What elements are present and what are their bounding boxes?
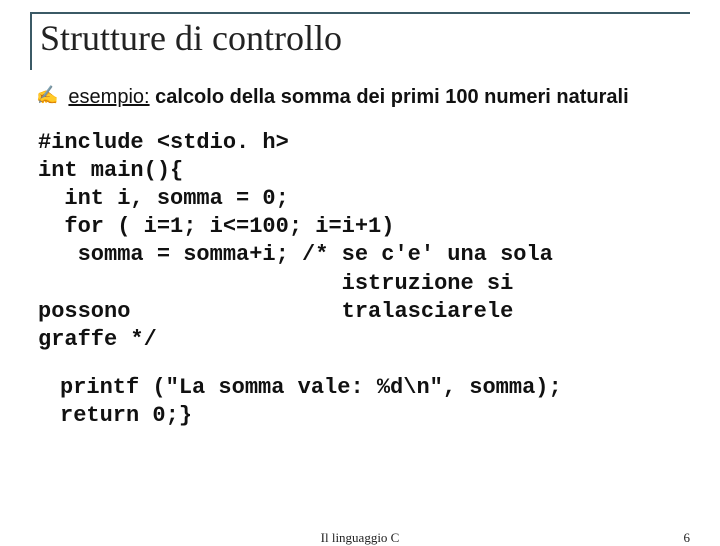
bullet-text: esempio: calcolo della somma dei primi 1… [68,84,628,111]
page-title: Strutture di controllo [40,20,690,58]
bullet-underlined: esempio: [68,86,149,108]
footer-center: Il linguaggio C [321,530,400,546]
bullet-rest: calcolo della somma dei primi 100 numeri… [150,86,629,108]
hand-write-icon: ✍ [36,84,58,107]
title-wrap: Strutture di controllo [30,12,690,70]
slide-body: ✍ esempio: calcolo della somma dei primi… [30,84,690,431]
slide: Strutture di controllo ✍ esempio: calcol… [0,0,720,540]
code-block-1: #include <stdio. h> int main(){ int i, s… [38,129,684,354]
code-block-2: printf ("La somma vale: %d\n", somma); r… [60,374,684,430]
bullet-row: ✍ esempio: calcolo della somma dei primi… [36,84,684,111]
footer-page-number: 6 [684,530,691,546]
